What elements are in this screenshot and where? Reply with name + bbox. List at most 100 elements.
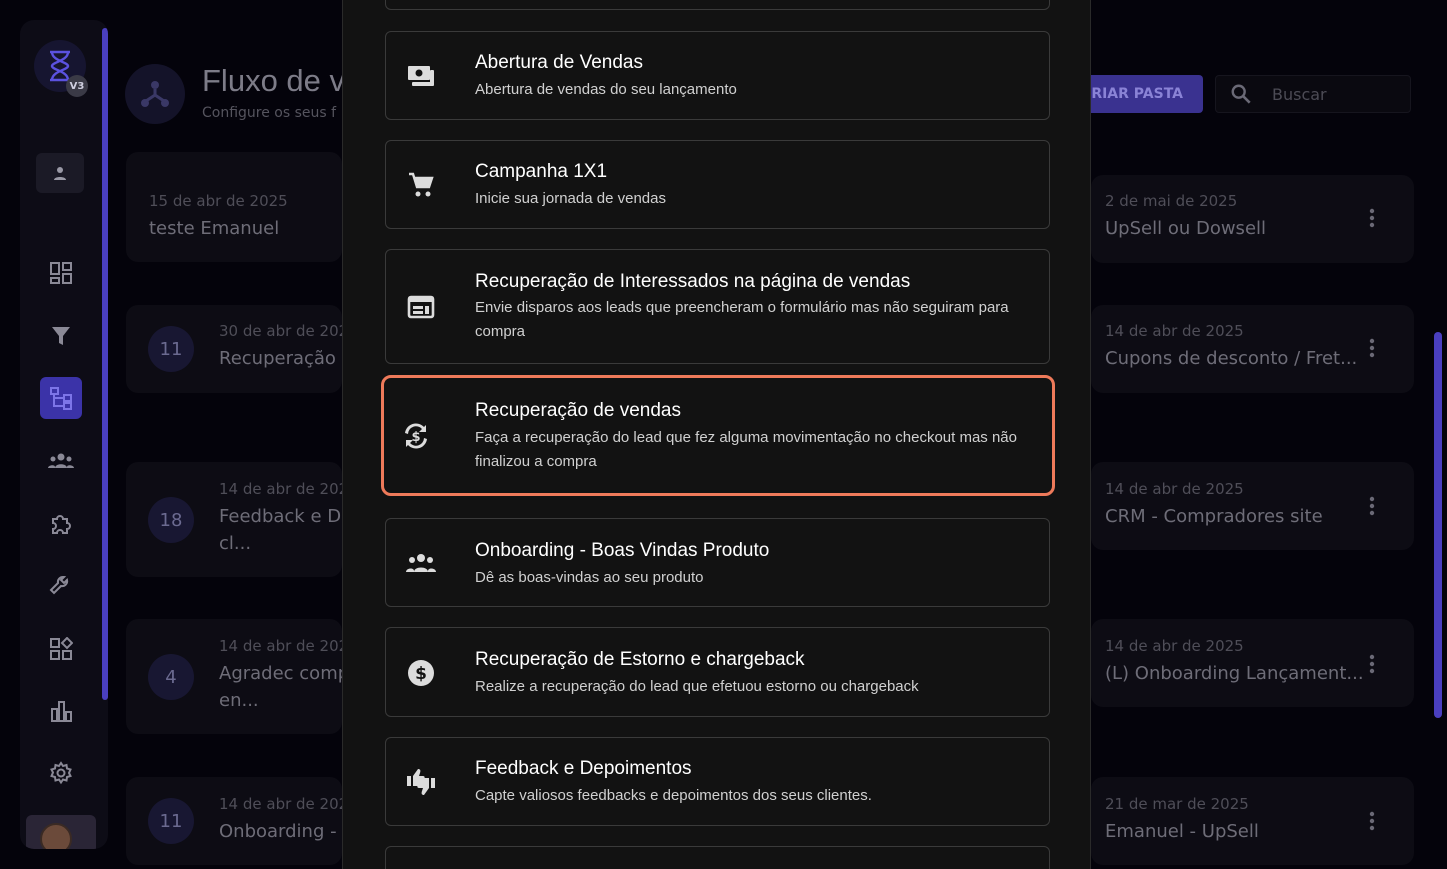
flow-card[interactable]: 14 de abr de 2025 Cupons de desconto / F… [1091, 305, 1414, 393]
puzzle-icon [52, 515, 71, 534]
template-description: Inicie sua jornada de vendas [475, 190, 666, 207]
flow-name: CRM - Compradores site [1105, 506, 1323, 527]
flow-name: Emanuel - UpSell [1105, 821, 1259, 842]
template-title: Campanha 1X1 [475, 161, 608, 182]
currency-refresh-icon: $ [399, 419, 433, 453]
flow-date: 14 de abr de 2025 [1105, 637, 1244, 655]
nav-reports[interactable] [40, 690, 82, 732]
flow-name: teste Emanuel [149, 218, 280, 239]
flow-date: 14 de abr de 202 [219, 480, 349, 498]
svg-text:$: $ [415, 664, 427, 684]
template-title: Recuperação de Interessados na página de… [475, 271, 911, 292]
template-title: Recuperação de vendas [475, 400, 681, 421]
nav-flows[interactable] [40, 377, 82, 419]
more-options-button[interactable] [1362, 652, 1382, 676]
nav-dashboard[interactable] [40, 252, 82, 294]
flow-date: 15 de abr de 2025 [149, 192, 288, 210]
flow-name-line2: en... [219, 690, 259, 711]
payments-icon [404, 59, 438, 93]
template-description: Envie disparos aos leads que preencheram… [475, 299, 1009, 340]
flow-count-badge: 11 [148, 798, 194, 844]
user-button[interactable] [36, 153, 84, 193]
more-options-button[interactable] [1362, 206, 1382, 230]
flow-card[interactable]: 15 de abr de 2025 teste Emanuel [126, 152, 342, 262]
template-description: Abertura de vendas do seu lançamento [475, 81, 737, 98]
template-title: Onboarding - Boas Vindas Produto [475, 540, 770, 561]
flow-card[interactable]: 4 14 de abr de 202 Agradec comp en... [126, 619, 349, 734]
nav-users[interactable] [40, 440, 82, 482]
search-input[interactable] [1272, 84, 1402, 104]
template-option[interactable]: Onboarding - Boas Vindas Produto Dê as b… [385, 518, 1050, 607]
sidebar-scroll-rail[interactable] [102, 28, 108, 700]
flow-name: (L) Onboarding Lançament... [1105, 663, 1364, 684]
kebab-icon [1369, 338, 1375, 358]
gear-icon [50, 761, 72, 785]
template-option-selected[interactable]: $ Recuperação de vendas Faça a recuperaç… [381, 375, 1055, 496]
cart-icon [404, 168, 438, 202]
flow-card[interactable]: 14 de abr de 2025 CRM - Compradores site [1091, 462, 1414, 550]
kebab-icon [1369, 811, 1375, 831]
search-icon [1231, 84, 1251, 104]
flow-card[interactable]: 18 14 de abr de 202 Feedback e De cl... [126, 462, 352, 577]
template-description: Capte valiosos feedbacks e depoimentos d… [475, 787, 872, 804]
template-option[interactable]: Campanha 1X1 Inicie sua jornada de venda… [385, 140, 1050, 229]
flow-card[interactable]: 11 30 de abr de 202 Recuperação d [126, 305, 353, 393]
form-icon [404, 290, 438, 324]
flow-name: Agradec comp [219, 663, 350, 684]
template-description: Realize a recuperação do lead que efetuo… [475, 678, 919, 695]
funnel-icon [52, 327, 70, 345]
flow-icon [50, 387, 72, 410]
chart-icon [51, 701, 72, 722]
template-option[interactable]: Recuperação de Interessados na página de… [385, 249, 1050, 364]
flow-count-badge: 4 [148, 654, 194, 700]
kebab-icon [1369, 496, 1375, 516]
flow-name: Cupons de desconto / Fret... [1105, 348, 1358, 369]
avatar[interactable] [26, 815, 96, 849]
dollar-circle-icon: $ [404, 656, 438, 690]
flow-date: 21 de mar de 2025 [1105, 795, 1249, 813]
flow-card[interactable]: 11 14 de abr de 202 Onboarding - E [126, 777, 354, 865]
avatar-photo [40, 823, 72, 849]
template-option[interactable]: $ Recuperação de Estorno e chargeback Re… [385, 627, 1050, 717]
svg-text:$: $ [411, 430, 420, 445]
nav-apps[interactable] [40, 628, 82, 670]
version-badge: V3 [66, 75, 88, 97]
template-option-partial[interactable] [385, 0, 1050, 10]
flow-tree-icon [141, 81, 169, 107]
page-scrollbar[interactable] [1434, 332, 1442, 718]
page-title: Fluxo de v [202, 63, 342, 98]
apps-icon [50, 637, 73, 660]
person-icon [54, 167, 66, 180]
template-modal: Abertura de Vendas Abertura de vendas do… [342, 0, 1091, 869]
page-icon [125, 64, 185, 124]
thumbs-icon [404, 765, 438, 799]
flow-date: 2 de mai de 2025 [1105, 192, 1238, 210]
flow-date: 14 de abr de 2025 [1105, 480, 1244, 498]
nav-funnel[interactable] [40, 315, 82, 357]
nav-integrations[interactable] [40, 503, 82, 545]
more-options-button[interactable] [1362, 494, 1382, 518]
wrench-icon [49, 575, 69, 595]
flow-card[interactable]: 14 de abr de 2025 (L) Onboarding Lançame… [1091, 619, 1414, 707]
dashboard-icon [50, 262, 72, 284]
flow-name: Onboarding - E [219, 821, 354, 842]
template-option[interactable]: Abertura de Vendas Abertura de vendas do… [385, 31, 1050, 120]
search-box[interactable] [1215, 75, 1411, 113]
page-subtitle: Configure os seus f [202, 105, 337, 121]
template-title: Abertura de Vendas [475, 52, 643, 73]
flow-card[interactable]: 21 de mar de 2025 Emanuel - UpSell [1091, 777, 1414, 865]
nav-settings[interactable] [40, 752, 82, 794]
template-option[interactable]: Feedback e Depoimentos Capte valiosos fe… [385, 737, 1050, 826]
template-option-partial[interactable] [385, 846, 1050, 869]
kebab-icon [1369, 208, 1375, 228]
nav-tools[interactable] [40, 565, 82, 607]
kebab-icon [1369, 654, 1375, 674]
flow-name: Recuperação d [219, 348, 354, 369]
more-options-button[interactable] [1362, 809, 1382, 833]
more-options-button[interactable] [1362, 336, 1382, 360]
flow-count-badge: 18 [148, 497, 194, 543]
template-description: Faça a recuperação do lead que fez algum… [475, 429, 1017, 470]
flow-date: 30 de abr de 202 [219, 322, 349, 340]
flow-date: 14 de abr de 202 [219, 795, 349, 813]
flow-card[interactable]: 2 de mai de 2025 UpSell ou Dowsell [1091, 175, 1414, 263]
